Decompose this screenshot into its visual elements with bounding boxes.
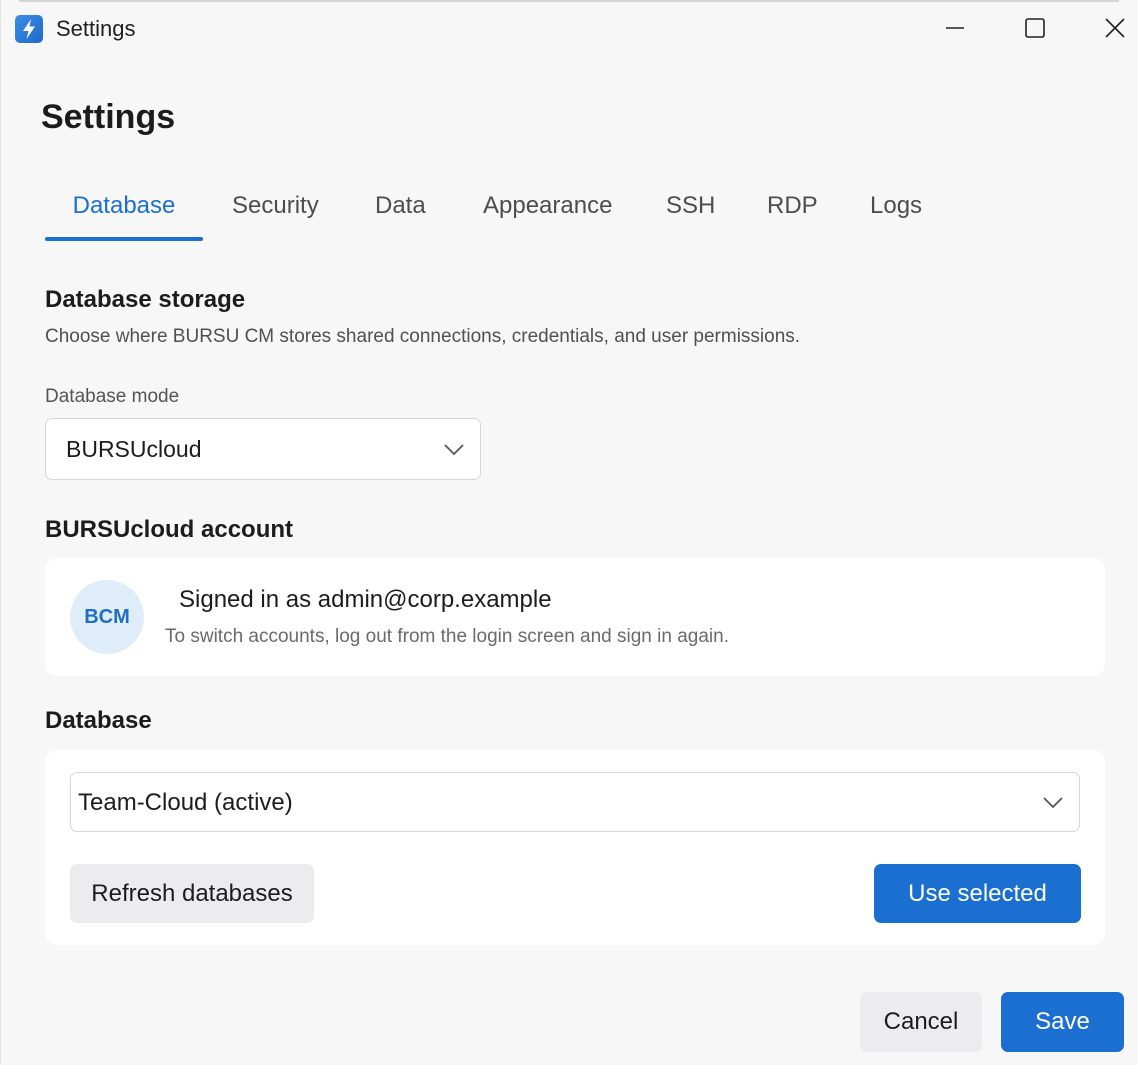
- chevron-down-icon: [444, 444, 464, 456]
- page-title: Settings: [41, 98, 176, 136]
- maximize-icon: [1025, 18, 1045, 38]
- chevron-down-icon: [1043, 797, 1063, 809]
- lightning-bolt-icon: [15, 15, 43, 43]
- tab-database[interactable]: Database: [45, 186, 203, 242]
- cancel-button[interactable]: Cancel: [860, 992, 982, 1052]
- account-card: BCM Signed in as admin@corp.example To s…: [45, 558, 1105, 676]
- title-bar[interactable]: Settings: [1, 0, 1138, 58]
- tab-label: RDP: [767, 192, 818, 219]
- database-mode-label: Database mode: [45, 386, 180, 407]
- database-mode-value: BURSUcloud: [66, 436, 202, 462]
- tab-ssh[interactable]: SSH: [666, 186, 715, 242]
- tab-label: SSH: [666, 192, 716, 219]
- avatar: BCM: [70, 580, 144, 654]
- use-selected-button[interactable]: Use selected: [874, 864, 1081, 923]
- database-select-value: Team-Cloud (active): [78, 789, 293, 816]
- signed-in-text: Signed in as admin@corp.example: [179, 586, 552, 613]
- tab-label: Database: [72, 192, 176, 219]
- tab-label: Data: [375, 192, 426, 219]
- close-icon: [1105, 18, 1125, 38]
- refresh-databases-button[interactable]: Refresh databases: [70, 864, 314, 923]
- database-storage-heading: Database storage: [45, 286, 246, 313]
- tab-data[interactable]: Data: [375, 186, 426, 242]
- tab-label: Logs: [870, 192, 923, 219]
- minimize-icon: [946, 27, 964, 29]
- database-storage-description: Choose where BURSU CM stores shared conn…: [45, 326, 801, 347]
- database-heading: Database: [45, 707, 152, 734]
- database-select[interactable]: Team-Cloud (active): [70, 772, 1080, 832]
- tab-logs[interactable]: Logs: [870, 186, 922, 242]
- tab-rdp[interactable]: RDP: [767, 186, 818, 242]
- tab-label: Appearance: [483, 192, 613, 219]
- minimize-button[interactable]: [931, 8, 979, 48]
- tab-security[interactable]: Security: [232, 186, 319, 242]
- active-tab-indicator: [45, 237, 203, 241]
- maximize-button[interactable]: [1011, 8, 1059, 48]
- account-heading: BURSUcloud account: [45, 516, 294, 543]
- window-title: Settings: [56, 16, 136, 41]
- tab-appearance[interactable]: Appearance: [483, 186, 612, 242]
- settings-window: Settings Settings Database Security Data…: [0, 0, 1138, 1065]
- database-mode-select[interactable]: BURSUcloud: [45, 418, 481, 480]
- switch-account-hint: To switch accounts, log out from the log…: [165, 626, 729, 647]
- save-button[interactable]: Save: [1001, 992, 1124, 1052]
- database-card: Team-Cloud (active) Refresh databases Us…: [45, 750, 1105, 945]
- close-button[interactable]: [1091, 8, 1138, 48]
- tab-label: Security: [232, 192, 319, 219]
